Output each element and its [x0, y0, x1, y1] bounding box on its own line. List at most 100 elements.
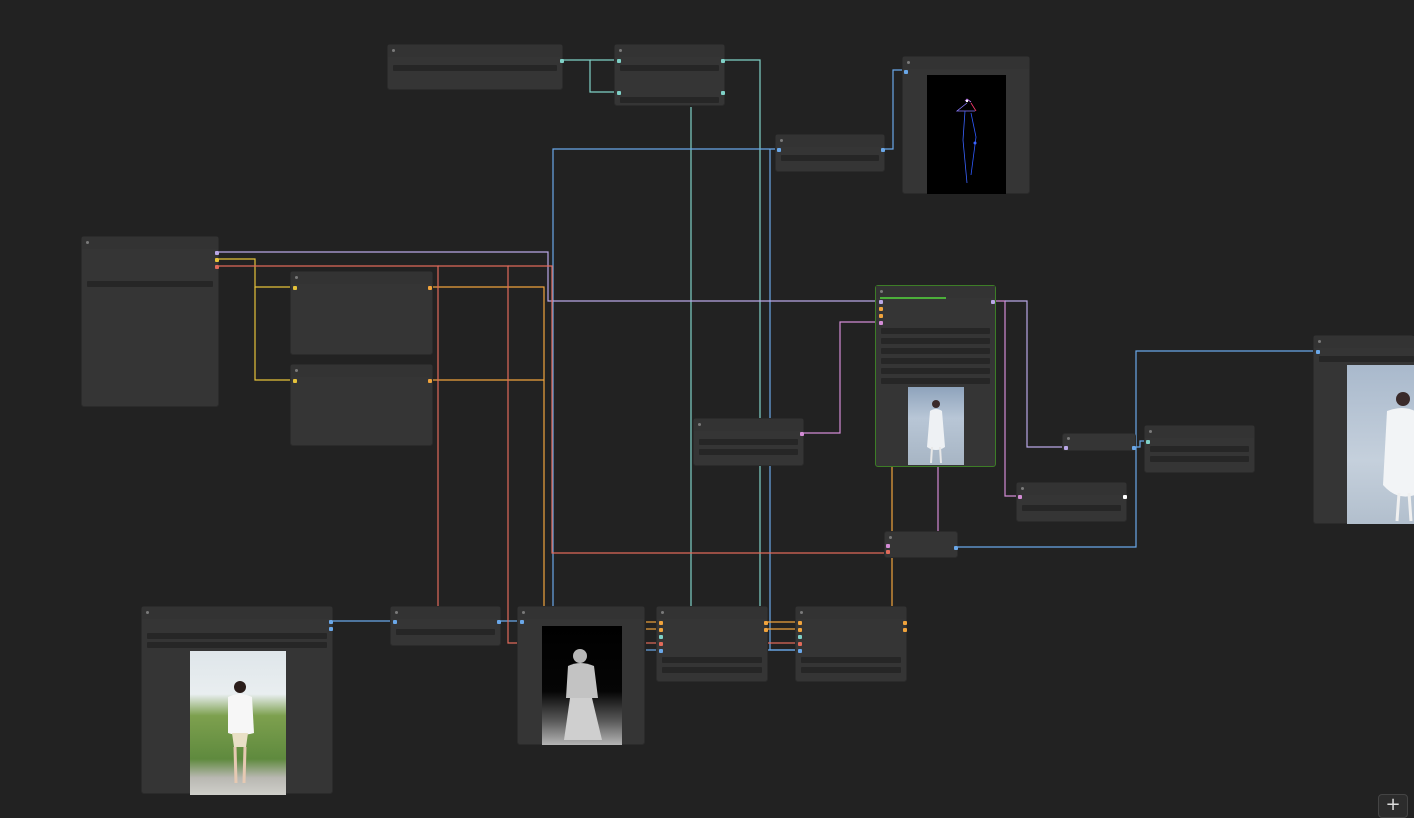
collapse-dot-icon[interactable]	[889, 536, 892, 539]
node-header[interactable]	[903, 57, 1029, 69]
collapse-dot-icon[interactable]	[1067, 437, 1070, 440]
collapse-dot-icon[interactable]	[800, 611, 803, 614]
input-port[interactable]	[293, 286, 297, 290]
node-widget[interactable]	[881, 328, 990, 334]
collapse-dot-icon[interactable]	[295, 369, 298, 372]
input-port[interactable]	[393, 620, 397, 624]
node-header[interactable]	[694, 419, 803, 431]
node-upscale-model[interactable]	[1062, 433, 1136, 451]
node-widget[interactable]	[881, 338, 990, 344]
node-controlnet-apply-2[interactable]	[795, 606, 907, 682]
node-widget[interactable]	[147, 633, 327, 639]
node-widget[interactable]	[881, 368, 990, 374]
node-positive-prompt[interactable]	[290, 271, 433, 355]
output-port[interactable]	[497, 620, 501, 624]
node-widget[interactable]	[801, 657, 901, 663]
node-widget[interactable]	[1150, 456, 1249, 462]
node-header[interactable]	[796, 607, 906, 619]
node-checkpoint-loader[interactable]	[81, 236, 219, 407]
add-button[interactable]: +	[1378, 794, 1408, 818]
output-port[interactable]	[903, 621, 907, 625]
output-port[interactable]	[903, 628, 907, 632]
node-controlnet-apply-1[interactable]	[656, 606, 768, 682]
node-vae-decode-small[interactable]	[1016, 482, 1127, 522]
node-header[interactable]	[391, 607, 500, 619]
node-header[interactable]	[291, 365, 432, 377]
input-port[interactable]	[1018, 495, 1022, 499]
node-header[interactable]	[388, 45, 562, 57]
input-port[interactable]	[1316, 350, 1320, 354]
node-widget[interactable]	[1022, 505, 1121, 511]
input-port[interactable]	[879, 307, 883, 311]
output-port[interactable]	[428, 286, 432, 290]
node-widget[interactable]	[1150, 446, 1249, 452]
output-port[interactable]	[329, 627, 333, 631]
input-port[interactable]	[520, 620, 524, 624]
output-port[interactable]	[721, 59, 725, 63]
node-widget[interactable]	[620, 65, 719, 71]
node-negative-prompt[interactable]	[290, 364, 433, 446]
collapse-dot-icon[interactable]	[1149, 430, 1152, 433]
collapse-dot-icon[interactable]	[295, 276, 298, 279]
collapse-dot-icon[interactable]	[1318, 340, 1321, 343]
node-widget[interactable]	[881, 348, 990, 354]
node-header[interactable]	[1314, 336, 1414, 348]
node-widget[interactable]	[662, 657, 762, 663]
input-port[interactable]	[879, 321, 883, 325]
collapse-dot-icon[interactable]	[395, 611, 398, 614]
node-header[interactable]	[142, 607, 332, 619]
output-port[interactable]	[1132, 446, 1136, 450]
input-port[interactable]	[886, 544, 890, 548]
node-header[interactable]	[1017, 483, 1126, 495]
node-upscale-image[interactable]	[1144, 425, 1255, 473]
output-port[interactable]	[560, 59, 564, 63]
collapse-dot-icon[interactable]	[522, 611, 525, 614]
node-header[interactable]	[776, 135, 884, 147]
node-widget[interactable]	[881, 378, 990, 384]
node-vae-decode[interactable]	[884, 531, 958, 558]
output-port[interactable]	[1123, 495, 1127, 499]
collapse-dot-icon[interactable]	[392, 49, 395, 52]
input-port[interactable]	[798, 635, 802, 639]
node-widget[interactable]	[781, 155, 879, 161]
node-depth-preview[interactable]	[517, 606, 645, 745]
node-widget[interactable]	[147, 642, 327, 648]
output-port[interactable]	[721, 91, 725, 95]
input-port[interactable]	[659, 621, 663, 625]
node-header[interactable]	[1145, 426, 1254, 438]
node-widget[interactable]	[393, 65, 557, 71]
node-header[interactable]	[615, 45, 724, 57]
input-port[interactable]	[904, 70, 908, 74]
node-header[interactable]	[657, 607, 767, 619]
input-port[interactable]	[798, 628, 802, 632]
input-port[interactable]	[617, 59, 621, 63]
node-header[interactable]	[82, 237, 218, 249]
collapse-dot-icon[interactable]	[907, 61, 910, 64]
node-controlnet-loader[interactable]	[693, 418, 804, 466]
output-port[interactable]	[881, 148, 885, 152]
output-port[interactable]	[329, 620, 333, 624]
input-port[interactable]	[659, 642, 663, 646]
input-port[interactable]	[777, 148, 781, 152]
node-image-resize[interactable]	[390, 606, 501, 646]
graph-canvas[interactable]	[0, 0, 1414, 814]
input-port[interactable]	[798, 649, 802, 653]
input-port[interactable]	[659, 635, 663, 639]
output-port[interactable]	[764, 628, 768, 632]
input-port[interactable]	[798, 642, 802, 646]
node-save-image[interactable]	[1313, 335, 1414, 524]
output-port[interactable]	[800, 432, 804, 436]
node-widget[interactable]	[396, 629, 495, 635]
output-port[interactable]	[428, 379, 432, 383]
node-load-image[interactable]	[141, 606, 333, 795]
input-port[interactable]	[617, 91, 621, 95]
output-port[interactable]	[991, 300, 995, 304]
input-port[interactable]	[798, 621, 802, 625]
collapse-dot-icon[interactable]	[86, 241, 89, 244]
node-widget[interactable]	[620, 97, 719, 103]
input-port[interactable]	[293, 379, 297, 383]
collapse-dot-icon[interactable]	[1021, 487, 1024, 490]
input-port[interactable]	[1064, 446, 1068, 450]
node-widget[interactable]	[699, 449, 798, 455]
output-port[interactable]	[954, 546, 958, 550]
